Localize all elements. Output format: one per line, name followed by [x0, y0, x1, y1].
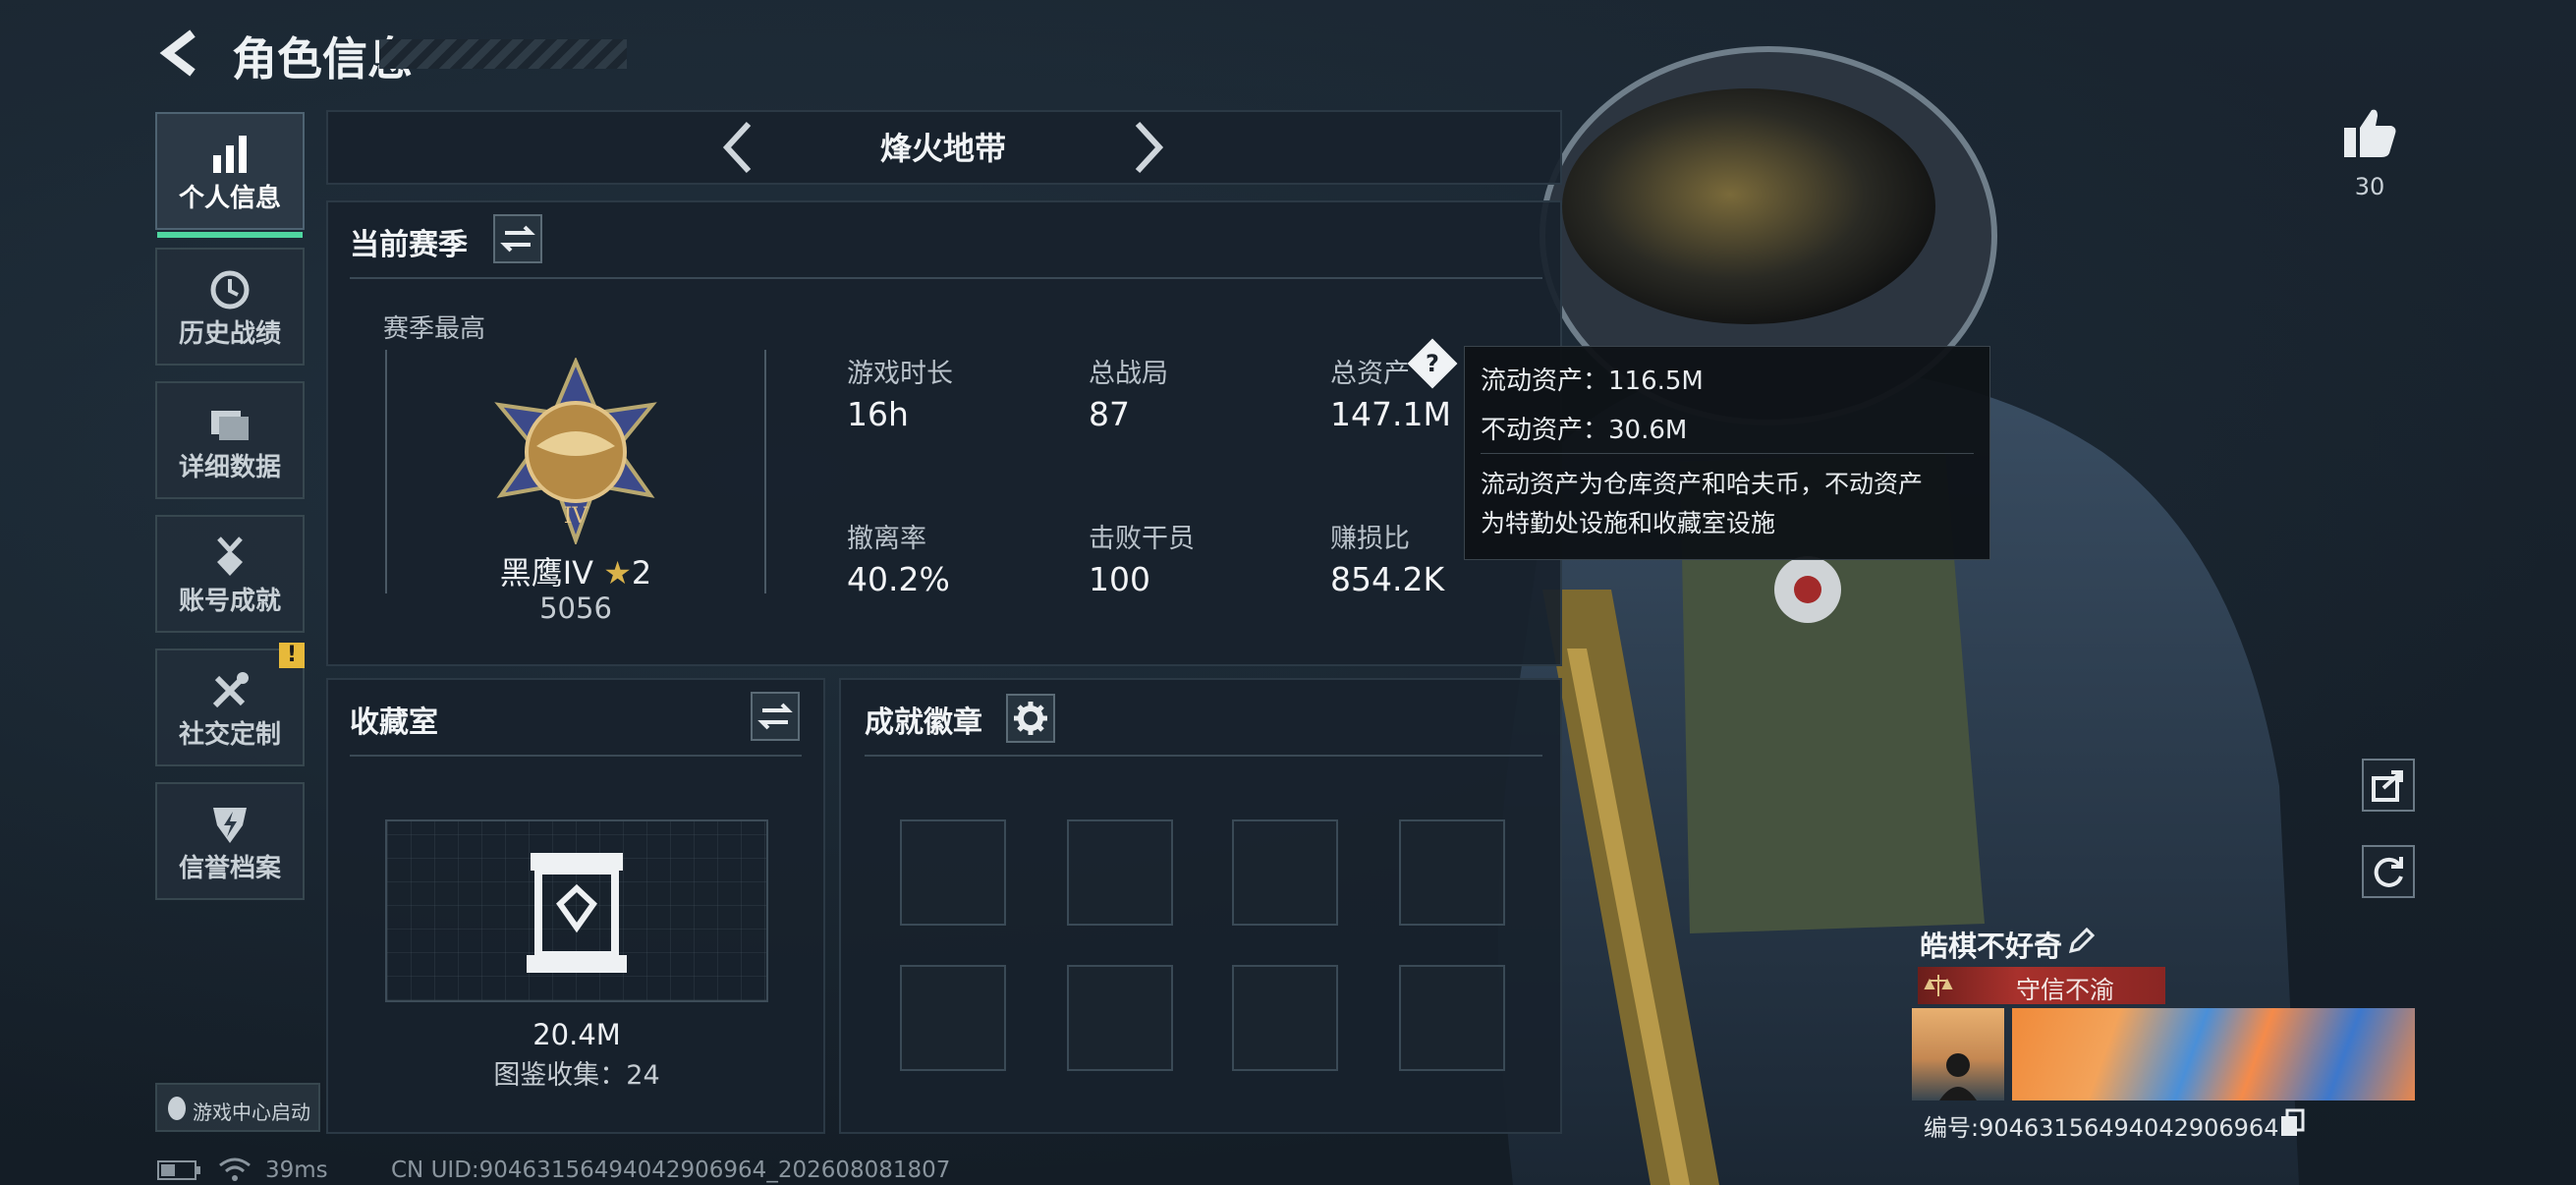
stat-value: 100 — [1089, 560, 1150, 598]
tools-icon — [212, 672, 249, 708]
collection-title: 收藏室 — [350, 705, 438, 740]
back-arrow-icon[interactable] — [157, 28, 204, 79]
nav-label: 历史战绩 — [178, 319, 281, 349]
player-avatar — [1912, 1008, 2004, 1100]
display-case-icon — [527, 853, 627, 973]
mode-label: 烽火地带 — [879, 130, 1006, 167]
help-icon[interactable]: ? — [1407, 338, 1458, 389]
bar-chart-icon — [213, 136, 247, 173]
nav-personal-info[interactable]: 个人信息 — [155, 112, 305, 238]
chevron-left-icon[interactable] — [717, 116, 756, 179]
achievements-title: 成就徽章 — [865, 705, 982, 740]
thumbs-up-icon[interactable] — [2342, 106, 2397, 159]
rank-medal-icon: IV — [494, 358, 657, 544]
tooltip-description: 为特勤处设施和收藏室设施 — [1481, 509, 1776, 537]
avatar-silhouette — [1939, 1053, 1977, 1100]
alert-badge: ! — [279, 643, 305, 668]
share-icon — [2372, 770, 2403, 802]
ping-value: 39ms — [265, 1157, 328, 1183]
game-center-label: 游戏中心启动 — [193, 1100, 310, 1124]
achievements-settings-button[interactable] — [1006, 694, 1055, 743]
divider — [865, 755, 1542, 757]
star-icon: ★ — [603, 554, 632, 592]
title-stripes — [379, 39, 627, 69]
stat-label: 总战局 — [1089, 359, 1168, 389]
badge-slot[interactable] — [1232, 819, 1338, 926]
stat-label: 总资产 — [1330, 359, 1410, 389]
stat-value: 147.1M — [1330, 395, 1451, 433]
rank-name: 黑鹰IV — [499, 554, 594, 592]
nav-label: 社交定制 — [178, 720, 281, 750]
scale-icon — [1924, 975, 1953, 996]
likes-count: 30 — [2354, 173, 2385, 200]
wifi-icon — [219, 1157, 251, 1181]
refresh-button[interactable] — [2362, 845, 2415, 898]
nav-detailed-data[interactable]: 详细数据 — [155, 381, 305, 499]
game-center-launch-button[interactable]: 游戏中心启动 — [155, 1083, 320, 1132]
collection-switch-button[interactable] — [751, 692, 800, 741]
badge-slot[interactable] — [1232, 965, 1338, 1071]
season-switch-button[interactable] — [493, 214, 542, 263]
gear-icon — [1014, 702, 1047, 735]
nav-label: 信誉档案 — [178, 854, 281, 883]
refresh-icon — [2374, 857, 2403, 887]
collection-value: 20.4M — [532, 1018, 621, 1051]
nav-label: 个人信息 — [178, 184, 281, 213]
svg-text:IV: IV — [564, 504, 589, 529]
player-name: 皓棋不好奇 — [1920, 930, 2063, 963]
stat-value: 87 — [1089, 395, 1130, 433]
nav-label: 账号成就 — [178, 587, 281, 616]
tooltip-fixed-assets: 不动资产：30.6M — [1481, 416, 1688, 445]
nav-achievements[interactable]: 账号成就 — [155, 515, 305, 633]
season-title: 当前赛季 — [350, 228, 468, 262]
stat-value: 854.2K — [1330, 560, 1445, 598]
tooltip-description: 流动资产为仓库资产和哈夫币，不动资产 — [1481, 470, 1924, 498]
badge-slot[interactable] — [1067, 965, 1173, 1071]
nav-label: 详细数据 — [178, 453, 281, 482]
badge-slot[interactable] — [1399, 819, 1505, 926]
collection-count: 图鉴收集：24 — [493, 1060, 660, 1091]
stat-label: 游戏时长 — [847, 359, 953, 389]
player-banner — [2012, 1008, 2415, 1100]
qq-icon — [168, 1097, 186, 1120]
nav-history[interactable]: 历史战绩 — [155, 248, 305, 366]
rank-stars: 2 — [631, 554, 652, 592]
active-indicator — [157, 232, 303, 238]
divider — [350, 277, 1542, 279]
stat-value: 40.2% — [847, 560, 950, 598]
title-badge-label: 守信不渝 — [2015, 976, 2114, 1004]
stat-label: 击败干员 — [1089, 524, 1195, 554]
stat-label: 撤离率 — [847, 524, 926, 554]
badge-slot[interactable] — [900, 965, 1006, 1071]
battery-icon — [157, 1160, 200, 1180]
rank-name-row: 黑鹰IV ★2 — [462, 548, 690, 593]
swap-icon — [757, 703, 793, 730]
badge-slot[interactable] — [1399, 965, 1505, 1071]
stat-label: 赚损比 — [1330, 524, 1410, 554]
asset-tooltip: 流动资产：116.5M 不动资产：30.6M 流动资产为仓库资产和哈夫币，不动资… — [1464, 346, 1990, 560]
share-button[interactable] — [2362, 759, 2415, 812]
badge-slot[interactable] — [1067, 819, 1173, 926]
copy-icon[interactable] — [2279, 1108, 2307, 1138]
edit-icon[interactable] — [2065, 926, 2097, 957]
stat-value: 16h — [847, 395, 909, 433]
folder-icon — [211, 411, 249, 440]
swap-icon — [500, 225, 535, 253]
rank-points: 5056 — [539, 592, 612, 625]
season-best-label: 赛季最高 — [383, 314, 486, 344]
tooltip-liquid-assets: 流动资产：116.5M — [1481, 367, 1704, 396]
divider — [1481, 453, 1974, 454]
nav-reputation[interactable]: 信誉档案 — [155, 782, 305, 900]
history-icon — [210, 270, 250, 310]
medal-icon — [217, 536, 243, 576]
divider — [350, 755, 802, 757]
badge-slot[interactable] — [900, 819, 1006, 926]
title-badge: 守信不渝 — [1918, 967, 2165, 1004]
uid-text: CN UID:90463156494042906964_202608081807 — [391, 1157, 951, 1183]
player-id: 编号:9046315649404290696​4 — [1924, 1114, 2279, 1142]
shield-icon — [213, 808, 247, 843]
chevron-right-icon[interactable] — [1130, 116, 1169, 179]
